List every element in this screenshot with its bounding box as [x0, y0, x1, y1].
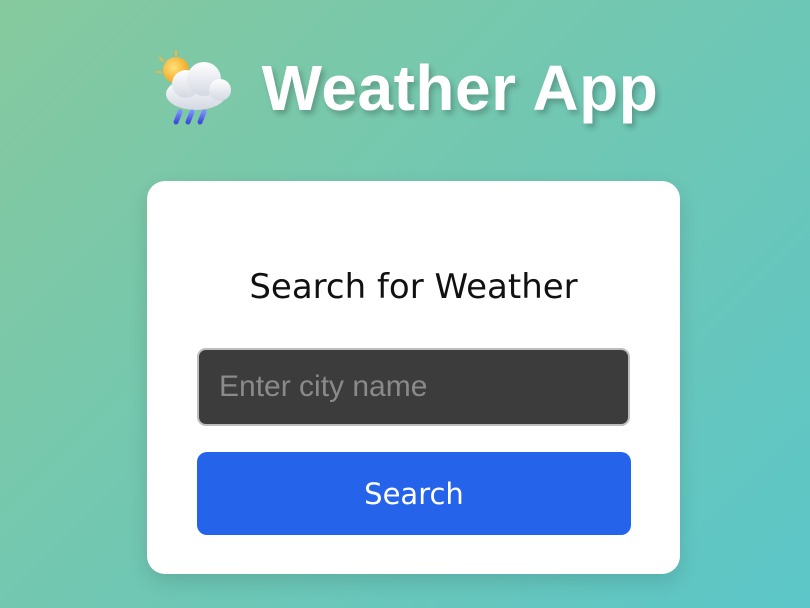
city-search-input[interactable]: [197, 348, 630, 426]
search-card-title: Search for Weather: [249, 267, 578, 307]
app-header: Weather App: [0, 38, 810, 138]
search-button[interactable]: Search: [197, 452, 631, 535]
search-card: Search for Weather Search: [147, 181, 680, 574]
sun-behind-rain-cloud-icon: [152, 46, 236, 130]
app-title: Weather App: [261, 52, 659, 124]
